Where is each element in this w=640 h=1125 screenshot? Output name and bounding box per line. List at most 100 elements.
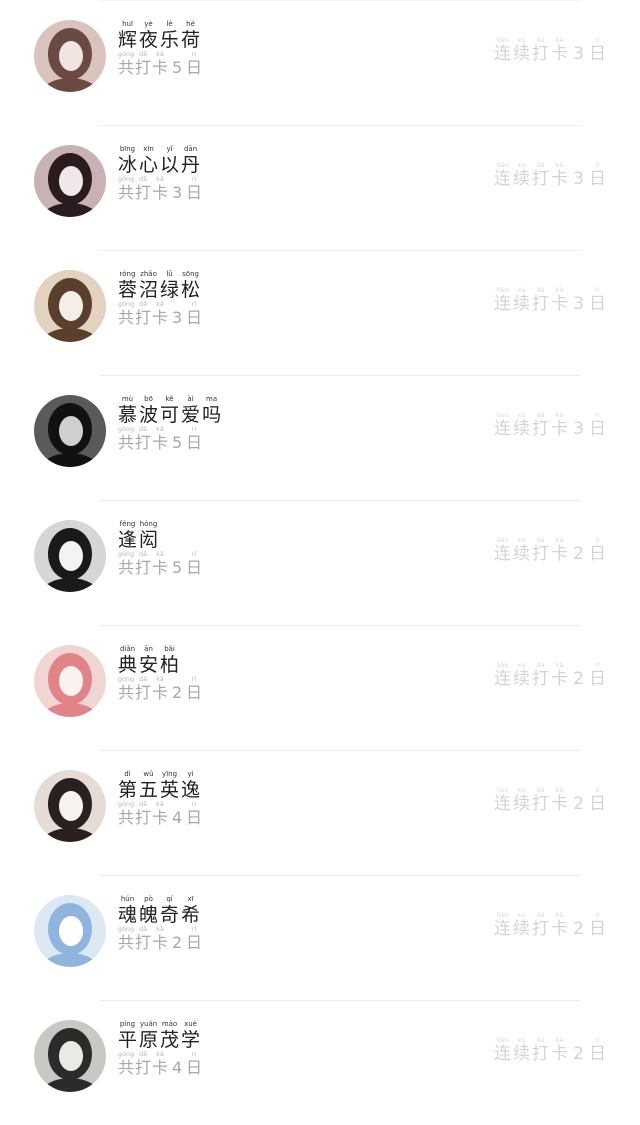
pinyin-annotation: kǎ bbox=[156, 550, 164, 558]
name-char: wǔ 五 bbox=[139, 770, 158, 800]
avatar[interactable] bbox=[34, 1020, 106, 1092]
hanzi: 以 bbox=[160, 154, 180, 176]
pinyin-annotation: xù bbox=[517, 536, 526, 544]
avatar[interactable] bbox=[34, 895, 106, 967]
hanzi: 续 bbox=[513, 544, 530, 564]
streak-char: lián 连 bbox=[494, 286, 511, 314]
user-name: hún 魂 pò 魄 qí 奇 xī 希 bbox=[118, 895, 202, 925]
name-char: mù 慕 bbox=[118, 395, 137, 425]
name-char: hóng 闳 bbox=[139, 520, 158, 550]
total-days-count: 3 bbox=[171, 183, 183, 202]
pinyin-annotation: dān bbox=[183, 145, 198, 153]
list-item[interactable]: huī 辉 yè 夜 lè 乐 hé 荷 gòng 共 dǎ 打 kǎ 卡 5 rì 日 lián 连 xù 续 dǎ… bbox=[0, 0, 640, 125]
pinyin-annotation: gòng bbox=[117, 800, 135, 808]
streak-checkin-text: lián 连 xù 续 dǎ 打 kǎ 卡 2 rì 日 bbox=[492, 1036, 606, 1064]
hanzi: 日 bbox=[186, 558, 203, 577]
name-char: bō 波 bbox=[139, 395, 158, 425]
day-unit: rì 日 bbox=[589, 411, 606, 438]
day-unit: rì 日 bbox=[186, 675, 202, 702]
pinyin-annotation: bō bbox=[144, 395, 153, 403]
streak-days-count: 2 bbox=[573, 669, 584, 689]
list-item[interactable]: píng 平 yuán 原 mào 茂 xué 学 gòng 共 dǎ 打 kǎ 卡 4 rì 日 lián 连… bbox=[0, 1000, 640, 1125]
divider bbox=[100, 0, 580, 1]
hanzi: 续 bbox=[513, 1044, 530, 1064]
pinyin-annotation: gòng bbox=[117, 550, 135, 558]
day-unit: rì 日 bbox=[589, 661, 606, 688]
avatar-image bbox=[34, 145, 106, 217]
streak-char: xù 续 bbox=[513, 786, 530, 813]
avatar[interactable] bbox=[34, 270, 106, 342]
pinyin-annotation: dǎ bbox=[138, 1050, 148, 1058]
pinyin-annotation: kǎ bbox=[156, 300, 164, 308]
name-char: dì 第 bbox=[118, 770, 137, 800]
pinyin-annotation: xù bbox=[517, 36, 526, 44]
name-char: mào 茂 bbox=[160, 1020, 179, 1050]
avatar[interactable] bbox=[34, 770, 106, 842]
hanzi: 打 bbox=[532, 1044, 549, 1064]
pinyin-annotation: dǎ bbox=[536, 911, 545, 919]
pinyin-annotation: lián bbox=[496, 286, 509, 294]
list-item[interactable]: dì 第 wǔ 五 yīng 英 yì 逸 gòng 共 dǎ 打 kǎ 卡 4 rì 日 lián 连 xù 续 d… bbox=[0, 750, 640, 875]
pinyin-annotation: lián bbox=[496, 411, 509, 419]
hanzi: 卡 bbox=[152, 683, 169, 702]
hanzi: 卡 bbox=[152, 558, 169, 577]
total-char: dǎ 打 bbox=[135, 300, 151, 327]
hanzi: 日 bbox=[589, 544, 606, 564]
list-item[interactable]: hún 魂 pò 魄 qí 奇 xī 希 gòng 共 dǎ 打 kǎ 卡 2 rì 日 lián 连 xù 续 dǎ… bbox=[0, 875, 640, 1000]
avatar[interactable] bbox=[34, 645, 106, 717]
list-item[interactable]: féng 逢 hóng 闳 gòng 共 dǎ 打 kǎ 卡 5 rì 日 lián 连 xù 续 dǎ 打 kǎ… bbox=[0, 500, 640, 625]
day-unit: rì 日 bbox=[186, 300, 202, 327]
hanzi: 连 bbox=[494, 294, 511, 314]
streak-char: lián 连 bbox=[494, 1036, 511, 1063]
pinyin-annotation: kǎ bbox=[156, 800, 164, 808]
pinyin-annotation: lè bbox=[166, 20, 173, 28]
total-days-count: 5 bbox=[171, 558, 183, 577]
avatar[interactable] bbox=[34, 520, 106, 592]
streak-checkin-text: lián 连 xù 续 dǎ 打 kǎ 卡 2 rì 日 bbox=[492, 661, 606, 689]
day-unit: rì 日 bbox=[589, 1036, 606, 1063]
total-days-count: 2 bbox=[171, 683, 183, 702]
list-item[interactable]: róng 蓉 zhǎo 沼 lǜ 绿 sōng 松 gòng 共 dǎ 打 kǎ 卡 3 rì 日 lián 连… bbox=[0, 250, 640, 375]
list-item[interactable]: mù 慕 bō 波 kě 可 ài 爱 ma 吗 gòng 共 dǎ 打 kǎ 卡 5 rì 日 lián 连 xù 续… bbox=[0, 375, 640, 500]
total-char: dǎ 打 bbox=[135, 50, 151, 77]
list-item[interactable]: bīng 冰 xīn 心 yǐ 以 dān 丹 gòng 共 dǎ 打 kǎ 卡 3 rì 日 lián 连 xù… bbox=[0, 125, 640, 250]
pinyin-annotation: gòng bbox=[117, 425, 135, 433]
avatar[interactable] bbox=[34, 20, 106, 92]
total-char: gòng 共 bbox=[118, 550, 134, 577]
pinyin-annotation: kǎ bbox=[555, 161, 564, 169]
pinyin-annotation: huī bbox=[122, 20, 133, 28]
pinyin-annotation: dǎ bbox=[536, 661, 545, 669]
avatar[interactable] bbox=[34, 145, 106, 217]
pinyin-annotation: rì bbox=[595, 661, 600, 669]
pinyin-annotation: gòng bbox=[117, 1050, 135, 1058]
pinyin-annotation: diǎn bbox=[119, 645, 136, 653]
streak-char: kǎ 卡 bbox=[551, 786, 568, 813]
list-item[interactable]: diǎn 典 ān 安 bǎi 柏 gòng 共 dǎ 打 kǎ 卡 2 rì 日 lián 连 xù 续 dǎ 打… bbox=[0, 625, 640, 750]
hanzi: 连 bbox=[494, 669, 511, 689]
streak-checkin-text: lián 连 xù 续 dǎ 打 kǎ 卡 3 rì 日 bbox=[492, 161, 606, 189]
avatar[interactable] bbox=[34, 395, 106, 467]
hanzi: 打 bbox=[135, 683, 152, 702]
pinyin-annotation: kǎ bbox=[555, 536, 564, 544]
streak-char: dǎ 打 bbox=[532, 286, 549, 313]
divider bbox=[100, 1000, 580, 1001]
divider bbox=[100, 250, 580, 251]
name-char: kě 可 bbox=[160, 395, 179, 425]
hanzi: 松 bbox=[181, 279, 201, 301]
hanzi: 辉 bbox=[118, 29, 138, 51]
name-char: sōng 松 bbox=[181, 270, 201, 301]
pinyin-annotation: sōng bbox=[182, 270, 199, 278]
total-char: dǎ 打 bbox=[135, 550, 151, 577]
name-char: ma 吗 bbox=[202, 395, 221, 425]
streak-char: kǎ 卡 bbox=[551, 536, 568, 563]
hanzi: 日 bbox=[589, 44, 606, 64]
streak-char: kǎ 卡 bbox=[551, 161, 568, 188]
day-unit: rì 日 bbox=[186, 550, 203, 577]
streak-char: xù 续 bbox=[513, 161, 530, 188]
hanzi: 共 bbox=[118, 808, 135, 827]
streak-days-count: 3 bbox=[573, 169, 584, 189]
hanzi: 卡 bbox=[551, 919, 568, 939]
total-char: kǎ 卡 bbox=[152, 675, 169, 702]
hanzi: 日 bbox=[186, 808, 203, 827]
streak-char: lián 连 bbox=[494, 786, 511, 813]
